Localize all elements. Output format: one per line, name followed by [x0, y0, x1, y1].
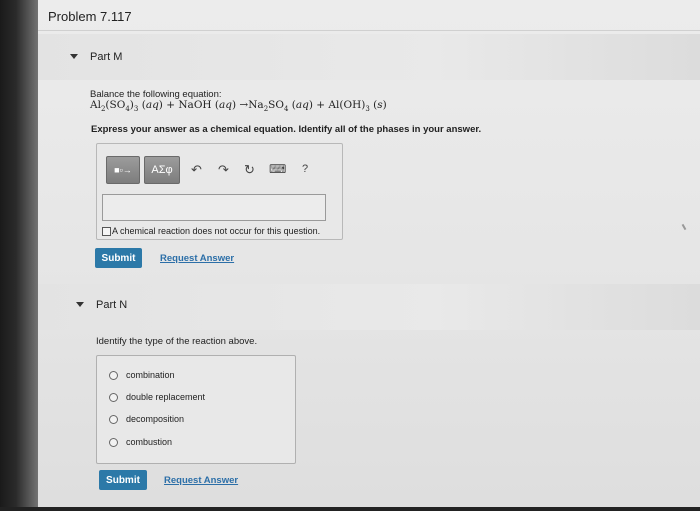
header-divider [38, 30, 700, 31]
option-decomposition-radio[interactable] [109, 415, 118, 424]
option-double-replacement-radio[interactable] [109, 393, 118, 402]
answer-input[interactable] [102, 194, 326, 221]
option-combination-label[interactable]: combination [126, 370, 175, 380]
no-reaction-label: A chemical reaction does not occur for t… [112, 226, 321, 236]
part-m-label: Part M [90, 51, 123, 63]
problem-title: Problem 7.117 [48, 9, 132, 24]
part-n-label: Part N [96, 299, 128, 311]
monitor-bezel [0, 0, 40, 511]
monitor-bezel-bottom [0, 507, 700, 511]
part-m-header[interactable]: Part M [38, 34, 700, 80]
greek-symbols-label: AΣφ [151, 164, 173, 176]
no-reaction-checkbox[interactable] [102, 227, 111, 236]
option-combustion-label[interactable]: combustion [126, 437, 172, 447]
screen-mark-2 [681, 223, 687, 231]
collapse-caret-icon[interactable] [76, 302, 84, 307]
reaction-type-options: combination double replacement decomposi… [96, 355, 296, 464]
undo-icon[interactable]: ↶ [191, 162, 202, 178]
answer-instruction: Express your answer as a chemical equati… [91, 124, 482, 135]
templates-icon: ■▫→ [114, 165, 132, 175]
problem-page: Problem 7.117 Part M Balance the followi… [38, 0, 700, 508]
option-combination-radio[interactable] [109, 371, 118, 380]
part-n-question: Identify the type of the reaction above. [96, 336, 258, 347]
option-double-replacement-label[interactable]: double replacement [126, 392, 205, 402]
collapse-caret-icon[interactable] [70, 54, 78, 59]
answer-editor: ■▫→ AΣφ ↶ ↷ ↻ ⌨ ? A chemical reaction do… [96, 143, 343, 240]
chemical-equation: Al2(SO4)3 (aq) + NaOH (aq) →Na2SO4 (aq) … [90, 99, 387, 114]
part-n-request-answer-link[interactable]: Request Answer [164, 475, 238, 486]
option-combustion-radio[interactable] [109, 438, 118, 447]
greek-symbols-button[interactable]: AΣφ [144, 156, 180, 184]
help-icon[interactable]: ? [302, 163, 308, 175]
part-m-submit-button[interactable]: Submit [95, 248, 142, 268]
templates-button[interactable]: ■▫→ [106, 156, 140, 184]
part-n-header[interactable]: Part N [38, 284, 700, 330]
part-n-submit-button[interactable]: Submit [99, 470, 147, 490]
part-m-request-answer-link[interactable]: Request Answer [160, 253, 234, 264]
redo-icon[interactable]: ↷ [218, 162, 229, 178]
reset-icon[interactable]: ↻ [244, 162, 255, 178]
keyboard-icon[interactable]: ⌨ [269, 162, 286, 176]
option-decomposition-label[interactable]: decomposition [126, 414, 184, 424]
